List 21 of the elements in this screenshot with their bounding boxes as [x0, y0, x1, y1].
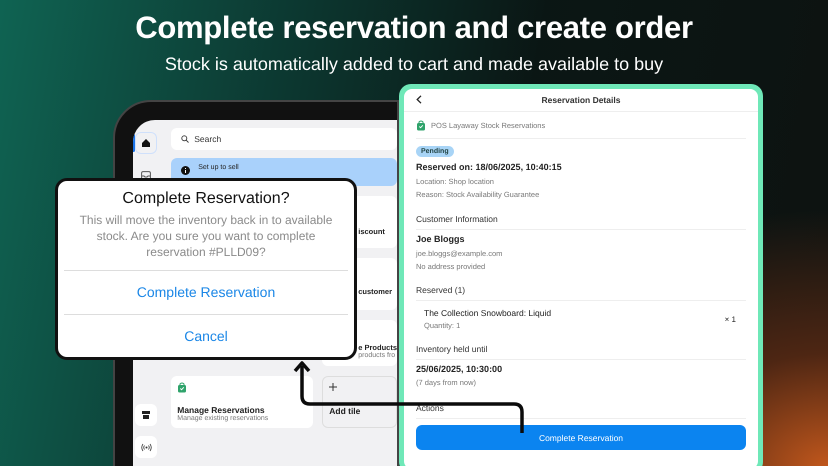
customer-name: Joe Bloggs	[416, 234, 466, 244]
panel-title: Reservation Details	[542, 95, 620, 105]
headline: Complete reservation and create order	[135, 10, 693, 46]
dialog-title: Complete Reservation?	[121, 190, 291, 208]
tile-title: Add tile	[329, 406, 362, 418]
add-tile[interactable]: Add tile	[322, 376, 397, 428]
complete-reservation-button[interactable]: Complete Reservation	[416, 425, 746, 450]
search-placeholder: Search	[194, 134, 222, 144]
section-heading: Customer Information	[416, 214, 746, 230]
section-heading: Actions	[416, 403, 746, 419]
reserved-on: Reserved on: 18/06/2025, 10:40:15	[416, 162, 563, 172]
dialog-button[interactable]: Complete Reservation	[64, 270, 348, 314]
tile-title: Manage Reservations	[177, 405, 265, 415]
section-heading: Reserved (1)	[416, 285, 746, 301]
item-count: × 1	[724, 314, 736, 324]
held-until-date: 25/06/2025, 10:30:00	[416, 364, 504, 374]
item-name: The Collection Snowboard: Liquid	[424, 308, 552, 318]
dialog-button[interactable]: Cancel	[64, 314, 348, 357]
search-field[interactable]: Search	[171, 128, 397, 150]
section-heading: Inventory held until	[416, 344, 746, 360]
subheadline: Stock is automatically added to cart and made available to buy	[164, 54, 664, 75]
